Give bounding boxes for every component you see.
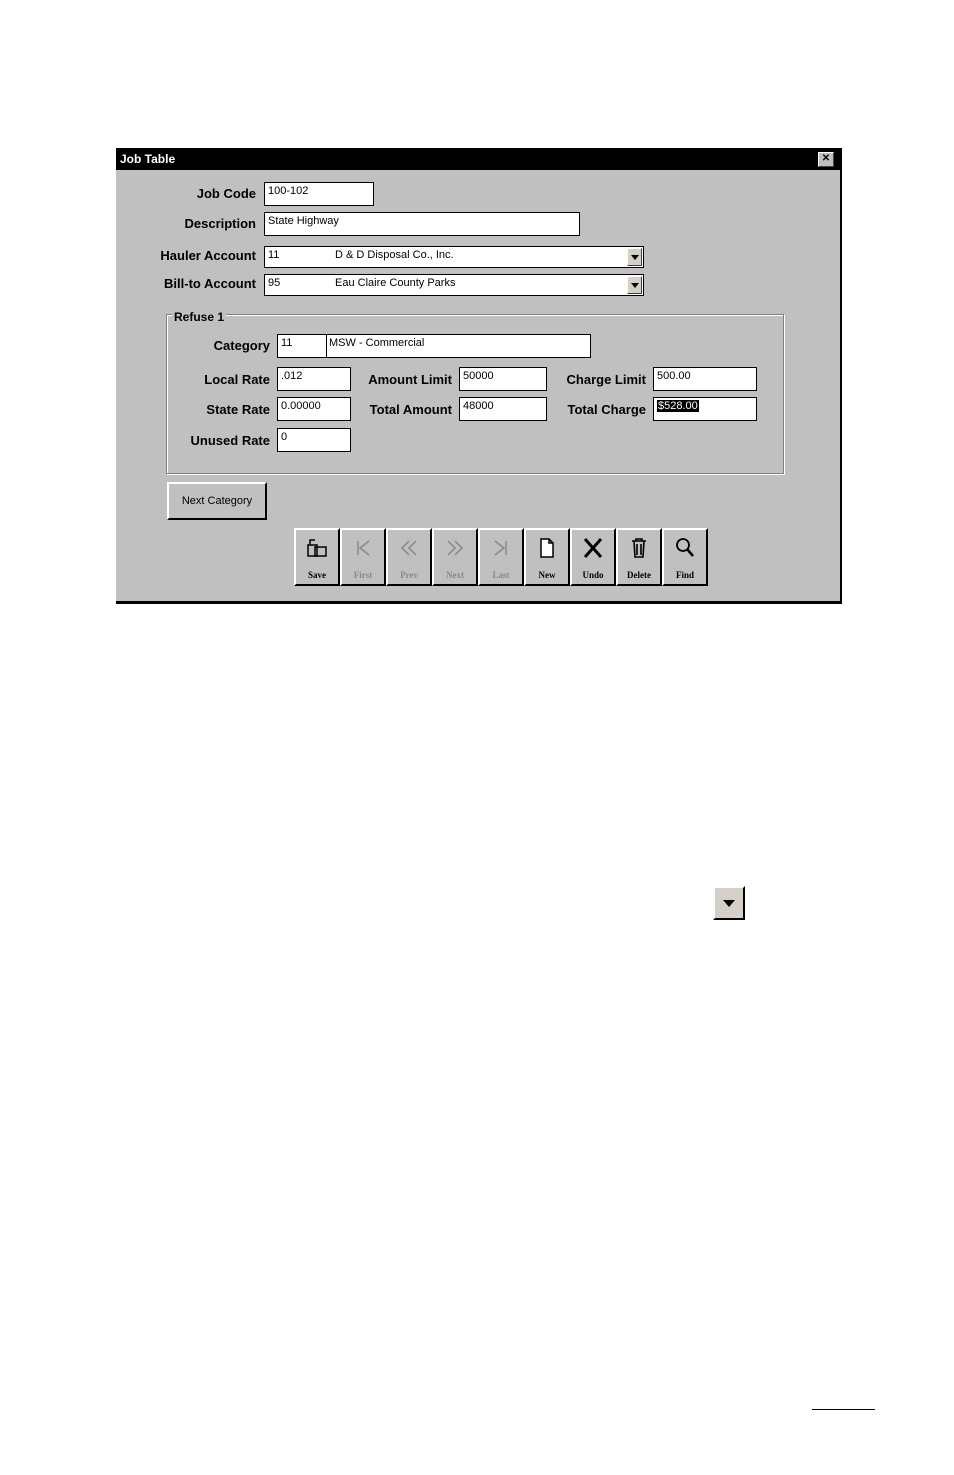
find-label: Find	[675, 570, 694, 580]
delete-label: Delete	[627, 570, 651, 580]
first-label: First	[353, 570, 373, 580]
description-field[interactable]: State Highway	[264, 212, 580, 236]
billto-account-name: Eau Claire County Parks	[335, 277, 456, 289]
local-rate-field[interactable]: .012	[277, 367, 351, 391]
unused-rate-label: Unused Rate	[190, 433, 270, 448]
state-rate-field[interactable]: 0.00000	[277, 397, 351, 421]
charge-limit-label: Charge Limit	[566, 372, 646, 387]
window-title-bar: Job Table ✕	[116, 148, 840, 170]
delete-icon	[632, 538, 646, 558]
prev-button[interactable]: Prev	[386, 528, 432, 586]
job-code-field[interactable]: 100-102	[264, 182, 374, 206]
total-amount-label: Total Amount	[369, 402, 452, 417]
save-button[interactable]: Save	[294, 528, 340, 586]
next-button[interactable]: Next	[432, 528, 478, 586]
chevron-down-icon[interactable]	[627, 248, 642, 266]
undo-label: Undo	[582, 570, 604, 580]
state-rate-label: State Rate	[206, 402, 270, 417]
window-title: Job Table	[120, 152, 176, 166]
new-icon	[540, 538, 554, 558]
category-label: Category	[213, 338, 270, 353]
job-table-window: Job Table ✕ Job Code 100-102 Description…	[116, 148, 842, 604]
category-code: 11	[281, 337, 293, 349]
last-button[interactable]: Last	[478, 528, 524, 586]
hauler-account-name: D & D Disposal Co., Inc.	[335, 249, 454, 261]
total-amount-field[interactable]: 48000	[459, 397, 547, 421]
first-icon	[357, 540, 370, 556]
last-label: Last	[492, 570, 510, 580]
delete-button[interactable]: Delete	[616, 528, 662, 586]
new-button[interactable]: New	[524, 528, 570, 586]
amount-limit-field[interactable]: 50000	[459, 367, 547, 391]
chevron-down-icon	[713, 886, 745, 920]
prev-label: Prev	[400, 570, 418, 580]
find-icon	[676, 538, 694, 557]
save-label: Save	[308, 570, 326, 580]
billto-account-label: Bill-to Account	[164, 276, 256, 291]
description-label: Description	[184, 216, 256, 231]
refuse-group-label: Refuse 1	[172, 310, 227, 324]
last-icon	[494, 540, 507, 556]
undo-button[interactable]: Undo	[570, 528, 616, 586]
hauler-account-select[interactable]: 11 D & D Disposal Co., Inc.	[264, 246, 644, 268]
new-label: New	[538, 570, 556, 580]
total-charge-value: $528.00	[657, 400, 699, 412]
job-code-label: Job Code	[196, 186, 256, 201]
category-field[interactable]: 11 MSW - Commercial	[277, 334, 591, 358]
close-icon[interactable]: ✕	[818, 152, 834, 167]
next-icon	[447, 540, 464, 556]
find-button[interactable]: Find	[662, 528, 708, 586]
charge-limit-field[interactable]: 500.00	[653, 367, 757, 391]
local-rate-label: Local Rate	[204, 372, 270, 387]
unused-rate-field[interactable]: 0	[277, 428, 351, 452]
total-charge-field[interactable]: $528.00	[653, 397, 757, 421]
billto-account-code: 95	[268, 277, 281, 289]
prev-icon	[400, 540, 417, 556]
footer-rule	[812, 1409, 875, 1410]
billto-account-select[interactable]: 95 Eau Claire County Parks	[264, 274, 644, 296]
next-category-label: Next Category	[181, 495, 253, 507]
undo-icon	[583, 538, 603, 558]
hauler-account-code: 11	[268, 249, 280, 261]
amount-limit-label: Amount Limit	[368, 372, 452, 387]
first-button[interactable]: First	[340, 528, 386, 586]
next-label: Next	[446, 570, 464, 580]
total-charge-label: Total Charge	[567, 402, 647, 417]
chevron-down-icon[interactable]	[627, 276, 642, 294]
save-icon	[307, 539, 327, 557]
next-category-button[interactable]: Next Category	[167, 482, 267, 520]
category-name: MSW - Commercial	[329, 337, 425, 349]
hauler-account-label: Hauler Account	[160, 248, 256, 263]
